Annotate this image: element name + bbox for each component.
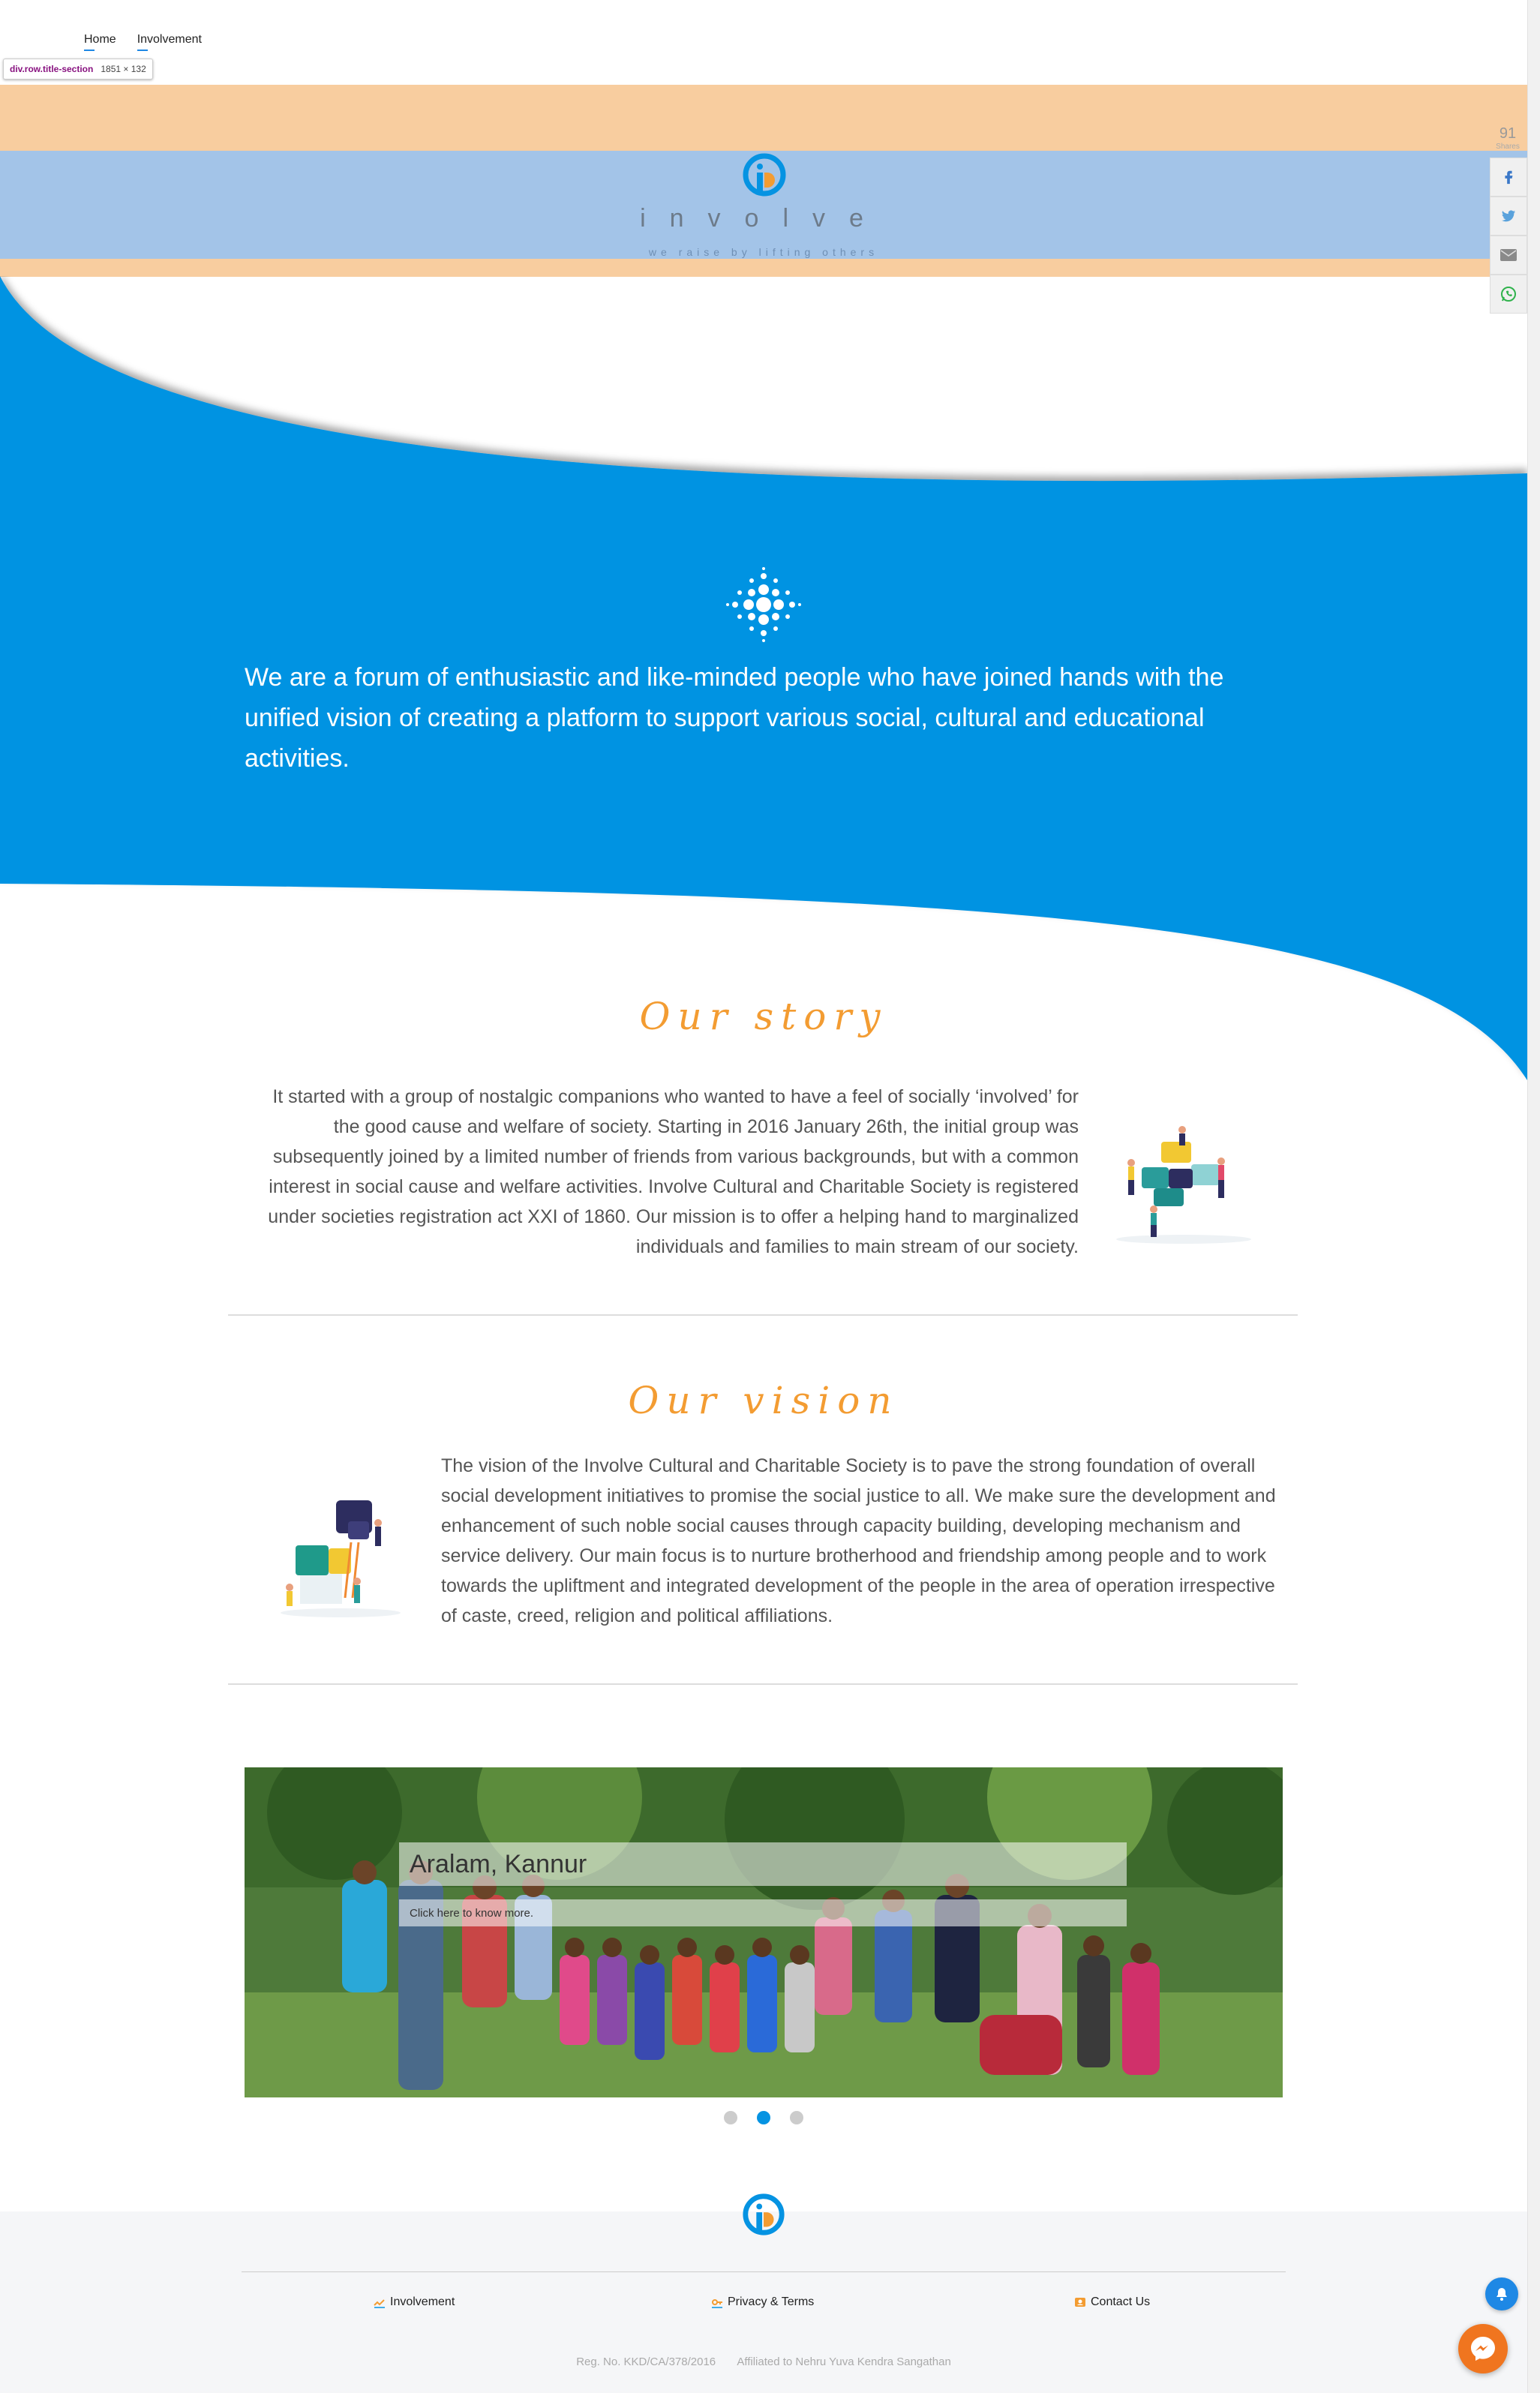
footer-link-label: Involvement	[390, 2295, 455, 2308]
affiliation-text: Affiliated to Nehru Yuva Kendra Sangatha…	[737, 2355, 951, 2368]
carousel-slide[interactable]	[245, 1767, 1283, 2097]
messenger-icon	[1471, 2337, 1495, 2361]
facebook-icon	[1505, 170, 1513, 185]
story-heading: Our story	[639, 995, 888, 1038]
footer-link-involvement[interactable]: Involvement	[374, 2295, 455, 2309]
share-twitter-button[interactable]	[1490, 197, 1527, 236]
bell-icon	[1496, 2288, 1507, 2301]
footer-logo-icon	[743, 2193, 785, 2235]
messenger-chat-button[interactable]	[1458, 2324, 1508, 2373]
share-facebook-button[interactable]	[1490, 158, 1527, 197]
dots-burst-icon	[726, 567, 801, 642]
carousel-dot-1[interactable]	[724, 2111, 737, 2124]
inspector-size: 1851 × 132	[101, 64, 146, 74]
footer-link-contact[interactable]: Contact Us	[1074, 2295, 1150, 2309]
footer-divider	[242, 2271, 1286, 2272]
vision-text: The vision of the Involve Cultural and C…	[441, 1455, 1276, 1626]
section-divider	[228, 1314, 1298, 1316]
nav-involvement[interactable]: Involvement	[137, 33, 202, 51]
carousel-dot-2[interactable]	[757, 2111, 770, 2124]
inspector-tooltip: div.row.title-section 1851 × 132	[3, 59, 153, 80]
carousel-dot-3[interactable]	[790, 2111, 803, 2124]
brand-tagline: we raise by lifting others	[648, 246, 879, 258]
footer-link-label: Contact Us	[1091, 2295, 1151, 2308]
nav-home[interactable]: Home	[84, 33, 116, 51]
twitter-icon	[1501, 210, 1516, 222]
key-icon	[712, 2299, 722, 2308]
contact-card-icon	[1075, 2298, 1085, 2307]
inspector-selector: div.row.title-section	[10, 64, 94, 74]
carousel-caption-title: Aralam, Kannur	[399, 1842, 1127, 1886]
share-email-button[interactable]	[1490, 236, 1527, 275]
puzzle-team-illustration	[1116, 1126, 1251, 1244]
registration-number: Reg. No. KKD/CA/378/2016	[576, 2355, 716, 2368]
top-nav: Home Involvement	[84, 33, 202, 51]
email-icon	[1500, 249, 1517, 261]
scrollbar[interactable]	[1527, 0, 1540, 2393]
share-count: 91	[1499, 125, 1517, 142]
section-divider	[228, 1683, 1298, 1685]
vision-heading: Our vision	[628, 1379, 899, 1422]
share-label: Shares	[1496, 143, 1520, 151]
carousel-know-more-link[interactable]: Click here to know more.	[399, 1899, 1127, 1926]
trend-icon	[374, 2299, 385, 2308]
notification-bell-button[interactable]	[1485, 2277, 1518, 2310]
footer-link-label: Privacy & Terms	[728, 2295, 815, 2308]
footer-link-privacy[interactable]: Privacy & Terms	[711, 2295, 814, 2309]
story-text: It started with a group of nostalgic com…	[268, 1086, 1079, 1257]
hero-mission-text: We are a forum of enthusiastic and like-…	[245, 663, 1224, 773]
footer-registration: Reg. No. KKD/CA/378/2016 Affiliated to N…	[0, 2355, 1527, 2368]
brand-name: involve	[640, 204, 887, 233]
group-photo-image	[245, 1767, 1283, 2097]
building-blocks-illustration	[281, 1500, 401, 1617]
involve-logo-icon	[743, 153, 786, 197]
